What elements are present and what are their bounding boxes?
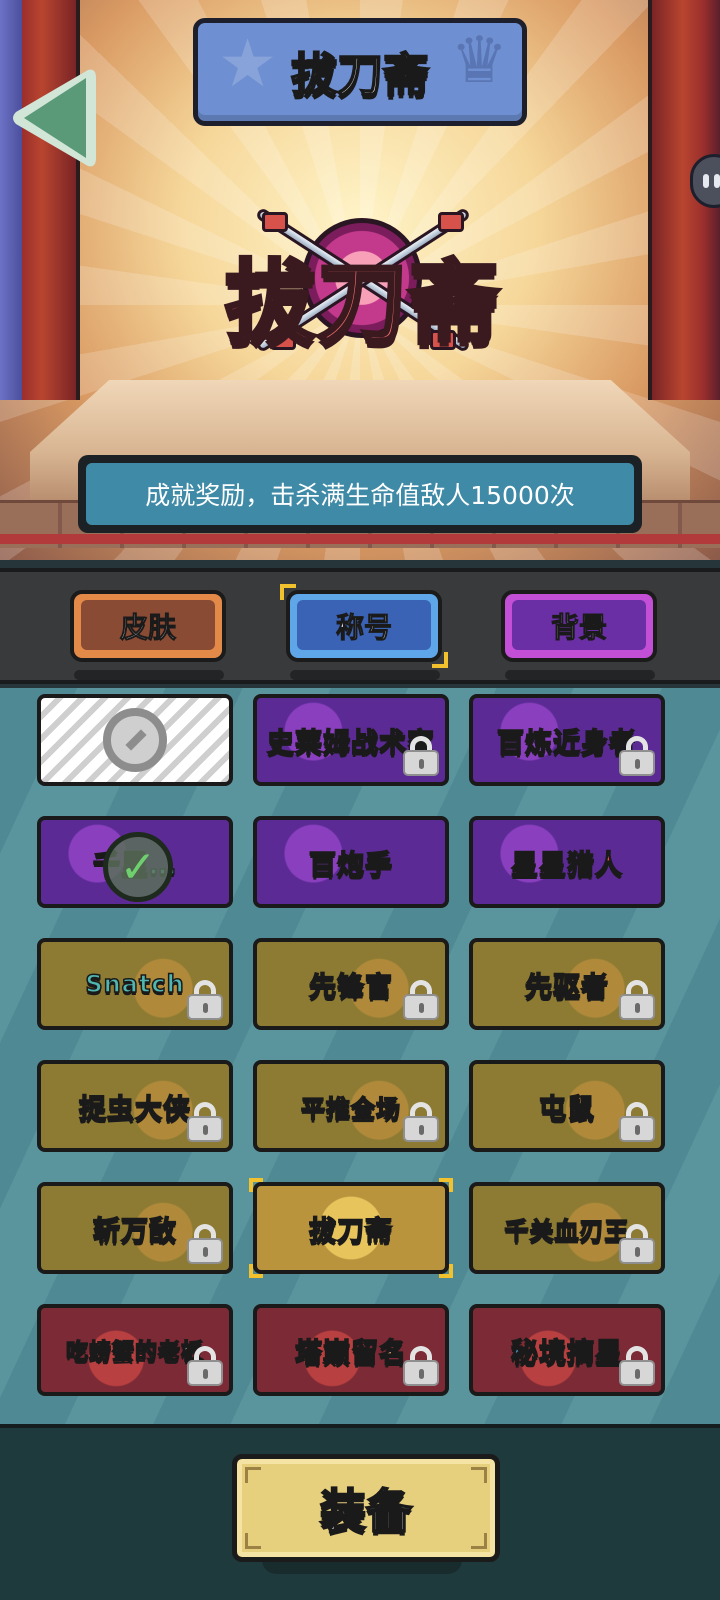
tab-shadow [505, 670, 655, 680]
title-name-plate: ★ ♛ 拔刀斋 [193, 18, 527, 126]
crown-decoration-icon: ♛ [450, 24, 508, 98]
tab-background[interactable]: 背景 [501, 590, 657, 662]
title-item-label: Snatch [85, 969, 185, 999]
selection-corner [249, 1178, 263, 1192]
title-item-label: 塔巅留名 [294, 1337, 407, 1370]
star-decoration-icon: ★ [218, 25, 278, 102]
title-item[interactable]: 百炮手 [253, 816, 449, 908]
title-item[interactable]: 捉虫大侠 [37, 1060, 233, 1152]
selection-corner [439, 1264, 453, 1278]
checkmark-icon: ✓ [103, 832, 173, 902]
tab-label: 皮肤 [119, 611, 176, 645]
sword-hilt-icon [262, 212, 288, 232]
lock-icon [403, 736, 439, 776]
stage-curtain-left [0, 0, 80, 400]
ornament-corner-icon [471, 1467, 487, 1483]
title-item-label: 百炮手 [308, 849, 393, 882]
lock-icon [403, 1346, 439, 1386]
equip-button[interactable]: 装备 [232, 1454, 500, 1562]
equip-button-label: 装备 [319, 1483, 413, 1539]
lock-icon [619, 980, 655, 1020]
lock-icon [619, 736, 655, 776]
tab-label: 背景 [550, 611, 607, 645]
title-item-label: 星星猎人 [510, 849, 623, 882]
title-item[interactable]: Snatch [37, 938, 233, 1030]
tab-title[interactable]: 称号 [280, 584, 448, 668]
title-item-label: 先锋官 [308, 971, 393, 1004]
title-item-label: 吃螃蟹的老板 [65, 1339, 204, 1366]
lock-icon [187, 1224, 223, 1264]
handle-dot-icon [714, 174, 720, 188]
back-button[interactable] [8, 62, 96, 174]
description-text: 成就奖励，击杀满生命值敌人15000次 [86, 463, 634, 525]
sword-hilt-icon [438, 212, 464, 232]
handle-dot-icon [703, 174, 709, 188]
title-item-label: 先驱者 [524, 971, 609, 1004]
left-arrow-icon [13, 69, 96, 167]
title-item-label: 捉虫大侠 [78, 1093, 191, 1126]
lock-icon [187, 1102, 223, 1142]
title-item-label: 秘境摘星 [510, 1337, 623, 1370]
tab-shadow [290, 670, 440, 680]
title-item[interactable]: 塔巅留名 [253, 1304, 449, 1396]
emblem-text: 拔刀斋 [223, 249, 501, 358]
page-title: 拔刀斋 [290, 47, 430, 103]
title-item[interactable]: 平推全场 [253, 1060, 449, 1152]
title-item[interactable]: 星星猎人 [469, 816, 665, 908]
ornament-corner-icon [245, 1533, 261, 1549]
lock-icon [403, 980, 439, 1020]
title-item[interactable]: 吃螃蟹的老板 [37, 1304, 233, 1396]
title-item-label: 斩万敌 [92, 1215, 177, 1248]
title-item-label: 拔刀斋 [308, 1215, 393, 1248]
tab-shadow [74, 670, 224, 680]
selection-corner [439, 1178, 453, 1192]
achievement-description: 成就奖励，击杀满生命值敌人15000次 [78, 455, 642, 533]
title-item[interactable]: 史莱姆战术家 [253, 694, 449, 786]
title-item-selected[interactable]: 拔刀斋 [253, 1182, 449, 1274]
title-item-none[interactable] [37, 694, 233, 786]
title-item-label: 百炼近身者 [496, 727, 637, 760]
lock-icon [619, 1102, 655, 1142]
title-item[interactable]: 百炼近身者 [469, 694, 665, 786]
lock-icon [187, 980, 223, 1020]
title-item[interactable]: 先锋官 [253, 938, 449, 1030]
title-item-label: 平推全场 [300, 1094, 401, 1124]
lock-icon [187, 1346, 223, 1386]
title-item[interactable]: 千里… ✓ [37, 816, 233, 908]
title-item[interactable]: 屯鼠 [469, 1060, 665, 1152]
stage-floor-edge [0, 534, 720, 544]
title-item-label: 千关血刃王 [504, 1216, 630, 1246]
title-item-label: 屯鼠 [538, 1093, 595, 1126]
lock-icon [619, 1346, 655, 1386]
no-title-icon [103, 708, 167, 772]
tab-skin[interactable]: 皮肤 [70, 590, 226, 662]
title-item[interactable]: 千关血刃王 [469, 1182, 665, 1274]
title-item[interactable]: 先驱者 [469, 938, 665, 1030]
title-item[interactable]: 斩万敌 [37, 1182, 233, 1274]
title-emblem-preview: 拔刀斋 [198, 200, 528, 360]
selection-corner [249, 1264, 263, 1278]
category-tabs: 皮肤 称号 背景 [0, 568, 720, 684]
lock-icon [403, 1102, 439, 1142]
ornament-corner-icon [471, 1533, 487, 1549]
lock-icon [619, 1224, 655, 1264]
title-grid: 史莱姆战术家 百炼近身者 千里… ✓ 百炮手 星星猎人 Snatch 先锋官 先… [0, 688, 720, 1424]
tab-label: 称号 [335, 611, 392, 645]
title-item[interactable]: 秘境摘星 [469, 1304, 665, 1396]
ornament-corner-icon [245, 1467, 261, 1483]
